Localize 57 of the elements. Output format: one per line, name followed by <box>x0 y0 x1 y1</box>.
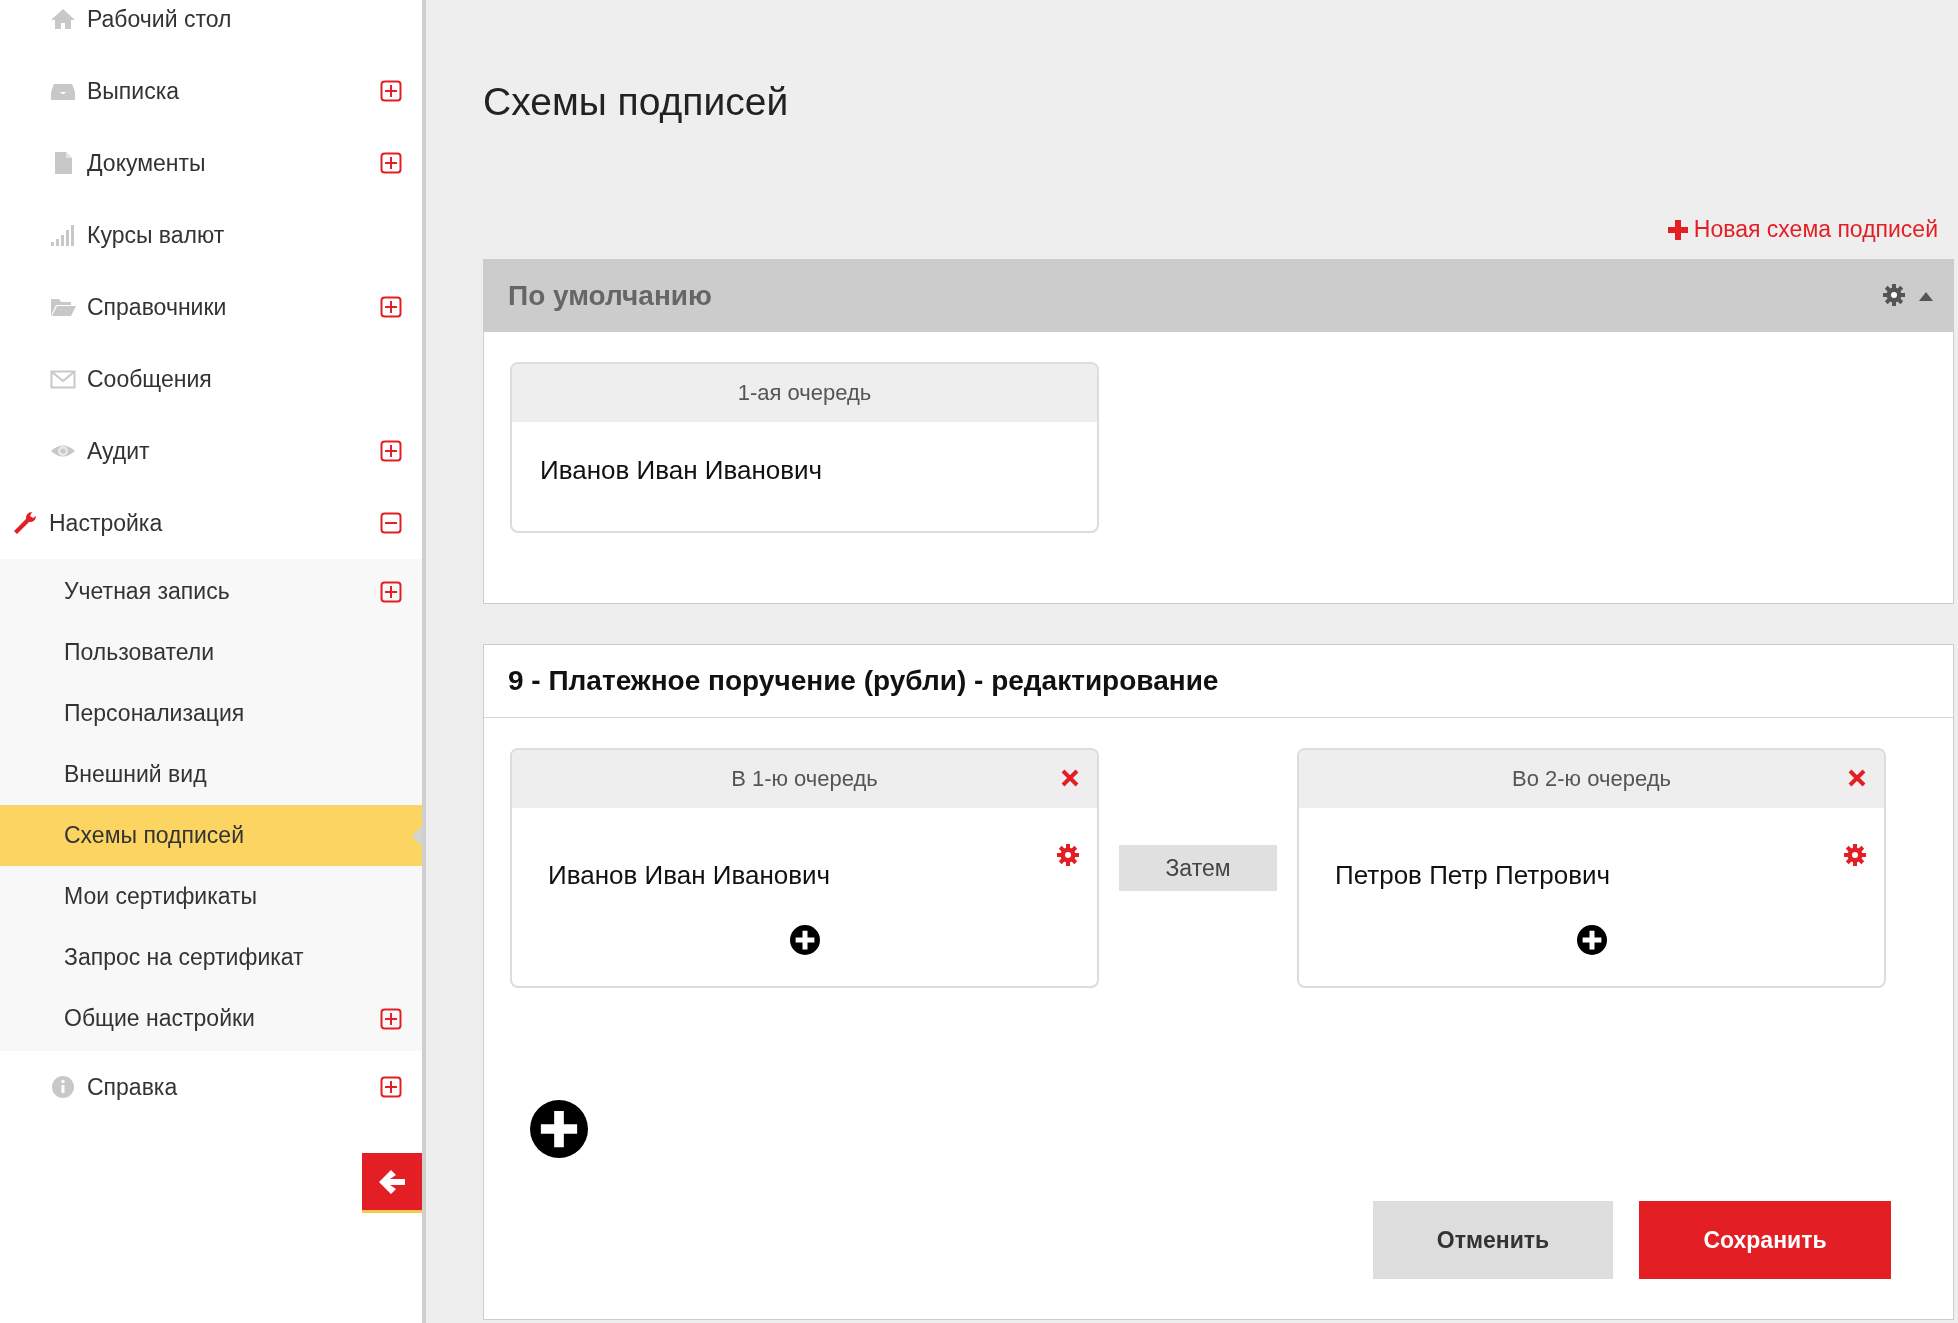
page-title: Схемы подписей <box>483 80 790 125</box>
submenu-item[interactable]: Схемы подписей <box>0 805 422 866</box>
expand-icon[interactable] <box>380 1076 402 1098</box>
panel-title: По умолчанию <box>508 280 713 312</box>
submenu-item[interactable]: Пользователи <box>0 622 422 683</box>
menu-item[interactable]: Рабочий стол <box>0 0 422 55</box>
menu-item[interactable]: Справочники <box>0 271 422 343</box>
menu-item[interactable]: Документы <box>0 127 422 199</box>
settings-icon <box>1883 283 1905 306</box>
close-icon <box>1061 769 1079 787</box>
expand-icon[interactable] <box>380 80 402 102</box>
submenu-item[interactable]: Запрос на сертификат <box>0 927 422 988</box>
panel-title: 9 - Платежное поручение (рубли) - редактирование <box>508 665 1220 697</box>
new-scheme-link[interactable]: Новая схема подписей <box>1667 216 1938 243</box>
submenu-item[interactable]: Учетная запись <box>0 561 422 622</box>
add-signer-button[interactable] <box>789 925 820 958</box>
expand-icon[interactable] <box>380 440 402 462</box>
expand-icon[interactable] <box>380 296 402 318</box>
settings-icon <box>1844 844 1866 866</box>
arrow-left-icon <box>377 1167 407 1196</box>
add-circle-icon <box>1576 925 1607 955</box>
signer-settings-button[interactable] <box>1057 844 1079 869</box>
menu-item[interactable]: Выписка <box>0 55 422 127</box>
collapse-sidebar-button[interactable] <box>362 1153 422 1213</box>
menu-item[interactable]: Настройка <box>0 487 422 559</box>
menu-item[interactable]: Сообщения <box>0 343 422 415</box>
cancel-button[interactable]: Отменить <box>1373 1201 1613 1279</box>
signer-name: Иванов Иван Иванович <box>548 860 832 891</box>
add-circle-icon <box>789 925 820 955</box>
pointer-marker <box>412 825 422 846</box>
add-queue-button[interactable] <box>530 1100 588 1161</box>
collapse-icon[interactable] <box>380 512 402 534</box>
submenu-item[interactable]: Персонализация <box>0 683 422 744</box>
submenu-item[interactable]: Мои сертификаты <box>0 866 422 927</box>
close-icon <box>1848 769 1866 787</box>
queue-title: 1-ая очередь <box>737 380 872 406</box>
signer-name: Петров Петр Петрович <box>1335 860 1612 891</box>
caret-up-icon <box>1919 291 1933 301</box>
expand-icon[interactable] <box>380 1007 402 1030</box>
settings-icon <box>1057 844 1079 866</box>
add-circle-icon <box>530 1100 588 1158</box>
signer-name: Иванов Иван Иванович <box>540 455 824 486</box>
add-signer-button[interactable] <box>1576 925 1607 958</box>
signer-settings-button[interactable] <box>1844 844 1866 869</box>
submenu-item[interactable]: Внешний вид <box>0 744 422 805</box>
plus-icon <box>1667 219 1688 240</box>
expand-icon[interactable] <box>380 152 402 174</box>
queue-title: В 1-ю очередь <box>731 766 878 792</box>
queue-title: Во 2-ю очередь <box>1512 766 1671 792</box>
save-button[interactable]: Сохранить <box>1639 1201 1891 1279</box>
settings-button[interactable] <box>1883 283 1905 309</box>
menu-item[interactable]: Справка <box>0 1051 422 1123</box>
expand-icon[interactable] <box>380 580 402 603</box>
submenu-item[interactable]: Общие настройки <box>0 988 422 1049</box>
menu-item[interactable]: Курсы валют <box>0 199 422 271</box>
menu-item[interactable]: Аудит <box>0 415 422 487</box>
then-button[interactable]: Затем <box>1119 845 1277 891</box>
